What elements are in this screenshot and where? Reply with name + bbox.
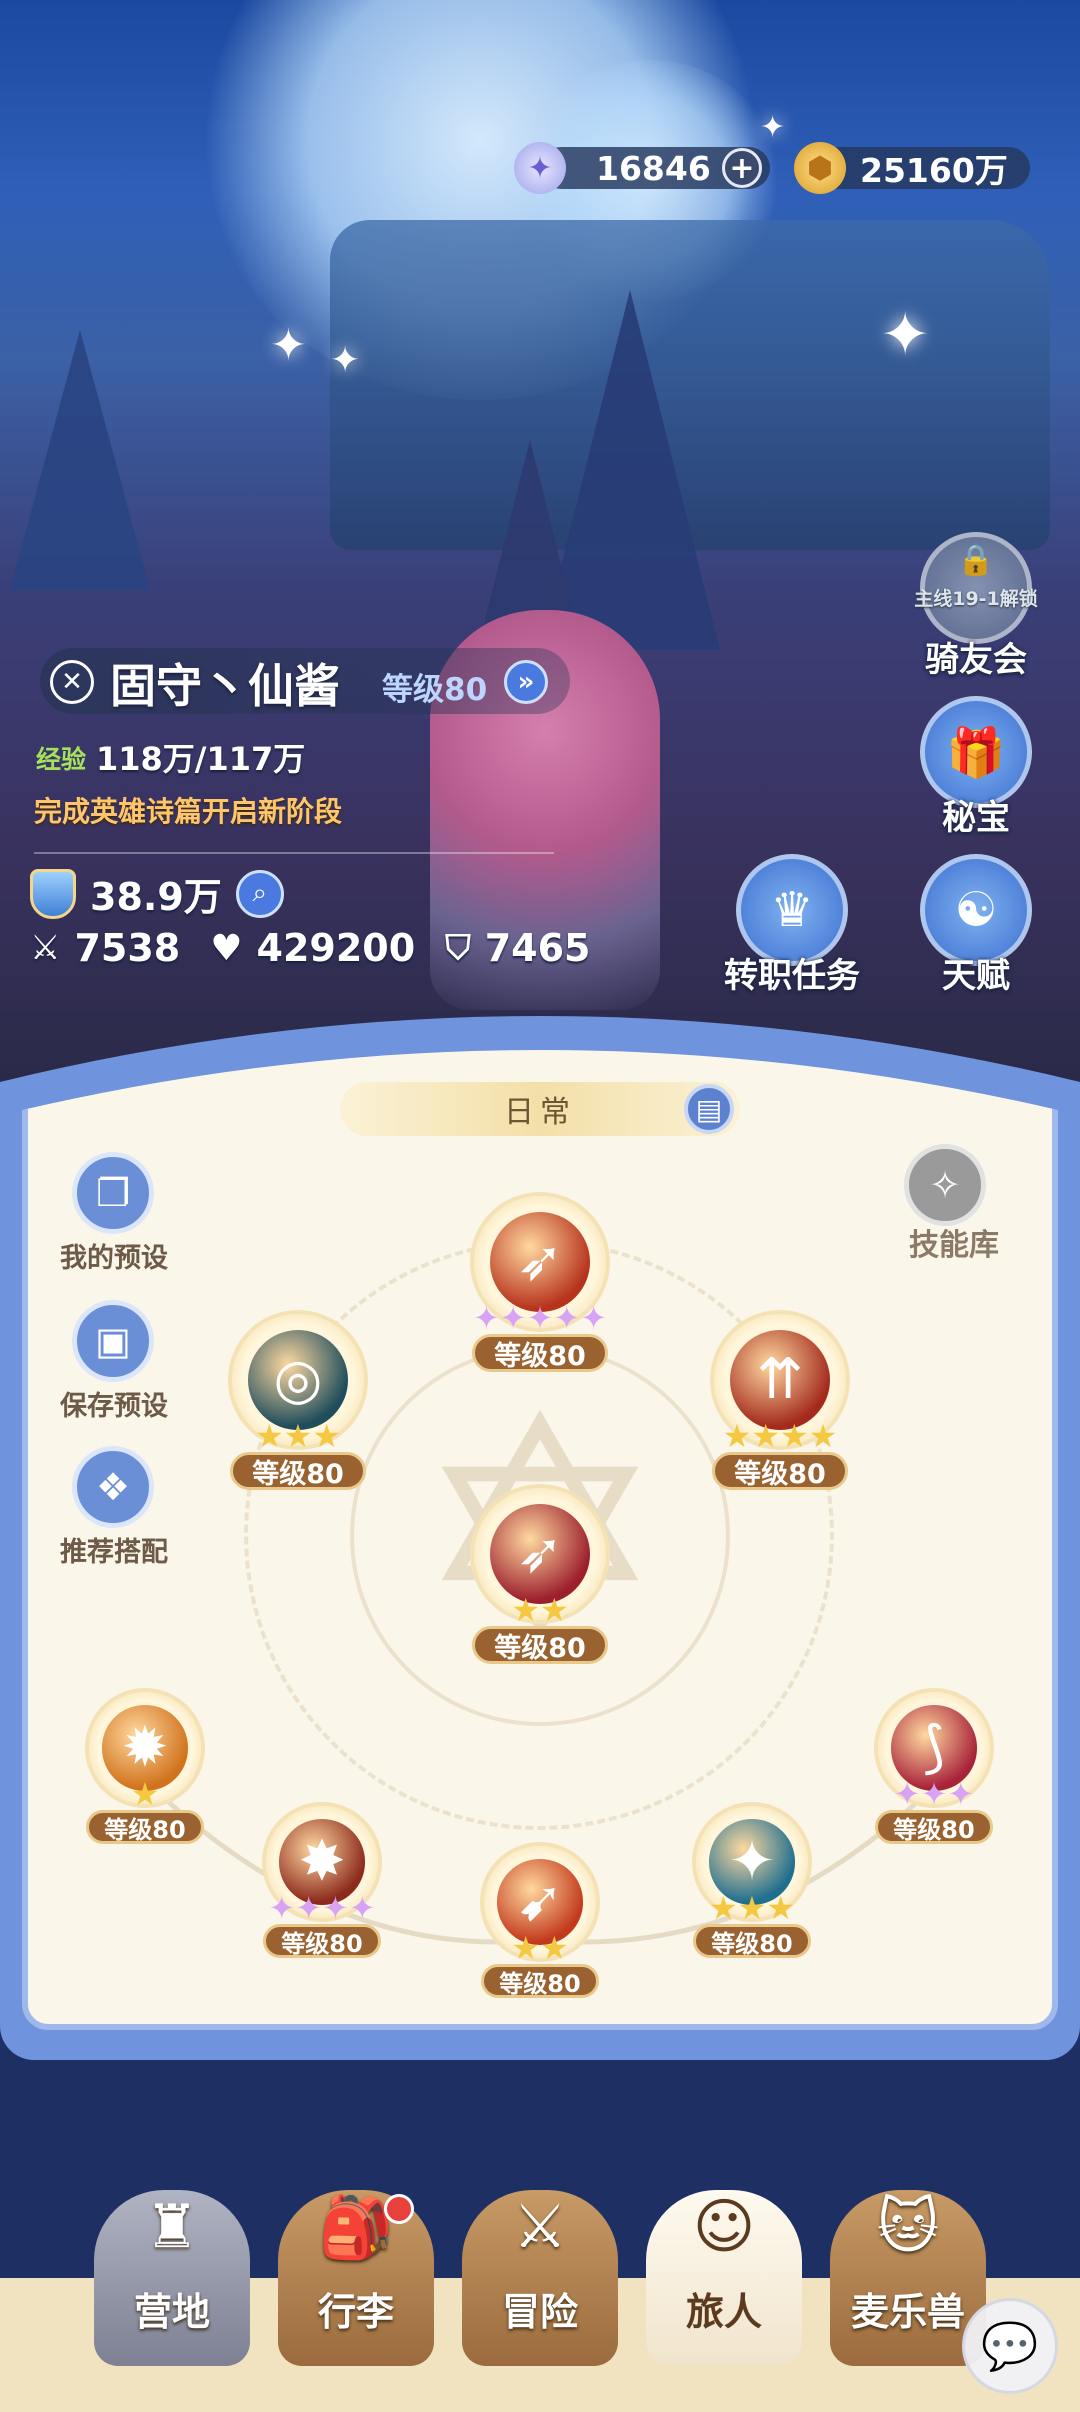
traveler-avatar-icon: ☺ bbox=[692, 2192, 756, 2262]
recommend-button[interactable]: ❖ bbox=[72, 1446, 154, 1528]
crossed-swords-icon: ⚔ bbox=[513, 2192, 567, 2262]
skill-stars: ✦✦✦✦ bbox=[268, 1889, 376, 1927]
skill-stars: ★★★★ bbox=[722, 1417, 838, 1455]
recommend-label: 推荐搭配 bbox=[60, 1537, 168, 1568]
skill-level-badge: 等级80 bbox=[712, 1452, 848, 1490]
skill-level-badge: 等级80 bbox=[472, 1334, 608, 1372]
nav-camp-label: 营地 bbox=[133, 2290, 210, 2334]
skill-level-badge: 等级80 bbox=[472, 1626, 608, 1664]
skill-level-badge: 等级80 bbox=[875, 1810, 993, 1844]
notification-dot bbox=[384, 2194, 414, 2224]
save-disk-icon: ▣ bbox=[95, 1319, 131, 1363]
cat-face-icon: 🐱 bbox=[876, 2192, 940, 2262]
skill-icon: ➶ bbox=[489, 1211, 591, 1313]
my-preset-label: 我的预设 bbox=[60, 1243, 168, 1274]
nav-adventure-label: 冒险 bbox=[501, 2290, 578, 2334]
skill-icon: ◎ bbox=[247, 1329, 349, 1431]
nav-traveler[interactable]: ☺ 旅人 bbox=[646, 2190, 802, 2366]
skill-icon: ➶ bbox=[489, 1503, 591, 1605]
skill-stars: ✦✦✦ bbox=[893, 1775, 975, 1813]
nav-adventure[interactable]: ⚔ 冒险 bbox=[462, 2190, 618, 2366]
skill-stars: ★★ bbox=[511, 1929, 569, 1967]
skill-library-button[interactable]: ✧ bbox=[904, 1144, 986, 1226]
recommend-gems-icon: ❖ bbox=[95, 1465, 131, 1509]
skill-level-badge: 等级80 bbox=[263, 1924, 381, 1958]
skill-stars: ★★ bbox=[511, 1591, 569, 1629]
nav-pet-label: 麦乐兽 bbox=[850, 2290, 965, 2334]
save-preset-button[interactable]: ▣ bbox=[72, 1300, 154, 1382]
save-preset-label: 保存预设 bbox=[60, 1391, 168, 1422]
preset-cards-icon: ❐ bbox=[95, 1171, 131, 1215]
nav-luggage-label: 行李 bbox=[317, 2290, 394, 2334]
my-preset-button[interactable]: ❐ bbox=[72, 1152, 154, 1234]
skill-level-badge: 等级80 bbox=[693, 1924, 811, 1958]
skill-stars: ★★★ bbox=[708, 1889, 796, 1927]
skill-stars: ★★★ bbox=[254, 1417, 342, 1455]
skill-library-label: 技能库 bbox=[909, 1228, 999, 1263]
skill-level-badge: 等级80 bbox=[481, 1964, 599, 1998]
nav-camp[interactable]: ♜ 营地 bbox=[94, 2190, 250, 2366]
skill-stars: ★ bbox=[130, 1775, 160, 1813]
castle-icon: ♜ bbox=[145, 2192, 199, 2262]
skill-icon: ⇈ bbox=[729, 1329, 831, 1431]
skill-level-badge: 等级80 bbox=[230, 1452, 366, 1490]
chat-bubble-button[interactable]: 💬 bbox=[962, 2298, 1058, 2394]
skill-library-icon: ✧ bbox=[929, 1163, 961, 1207]
nav-traveler-label: 旅人 bbox=[685, 2290, 762, 2334]
skill-level-badge: 等级80 bbox=[86, 1810, 204, 1844]
skill-stars: ✦✦✦✦✦ bbox=[472, 1299, 608, 1337]
